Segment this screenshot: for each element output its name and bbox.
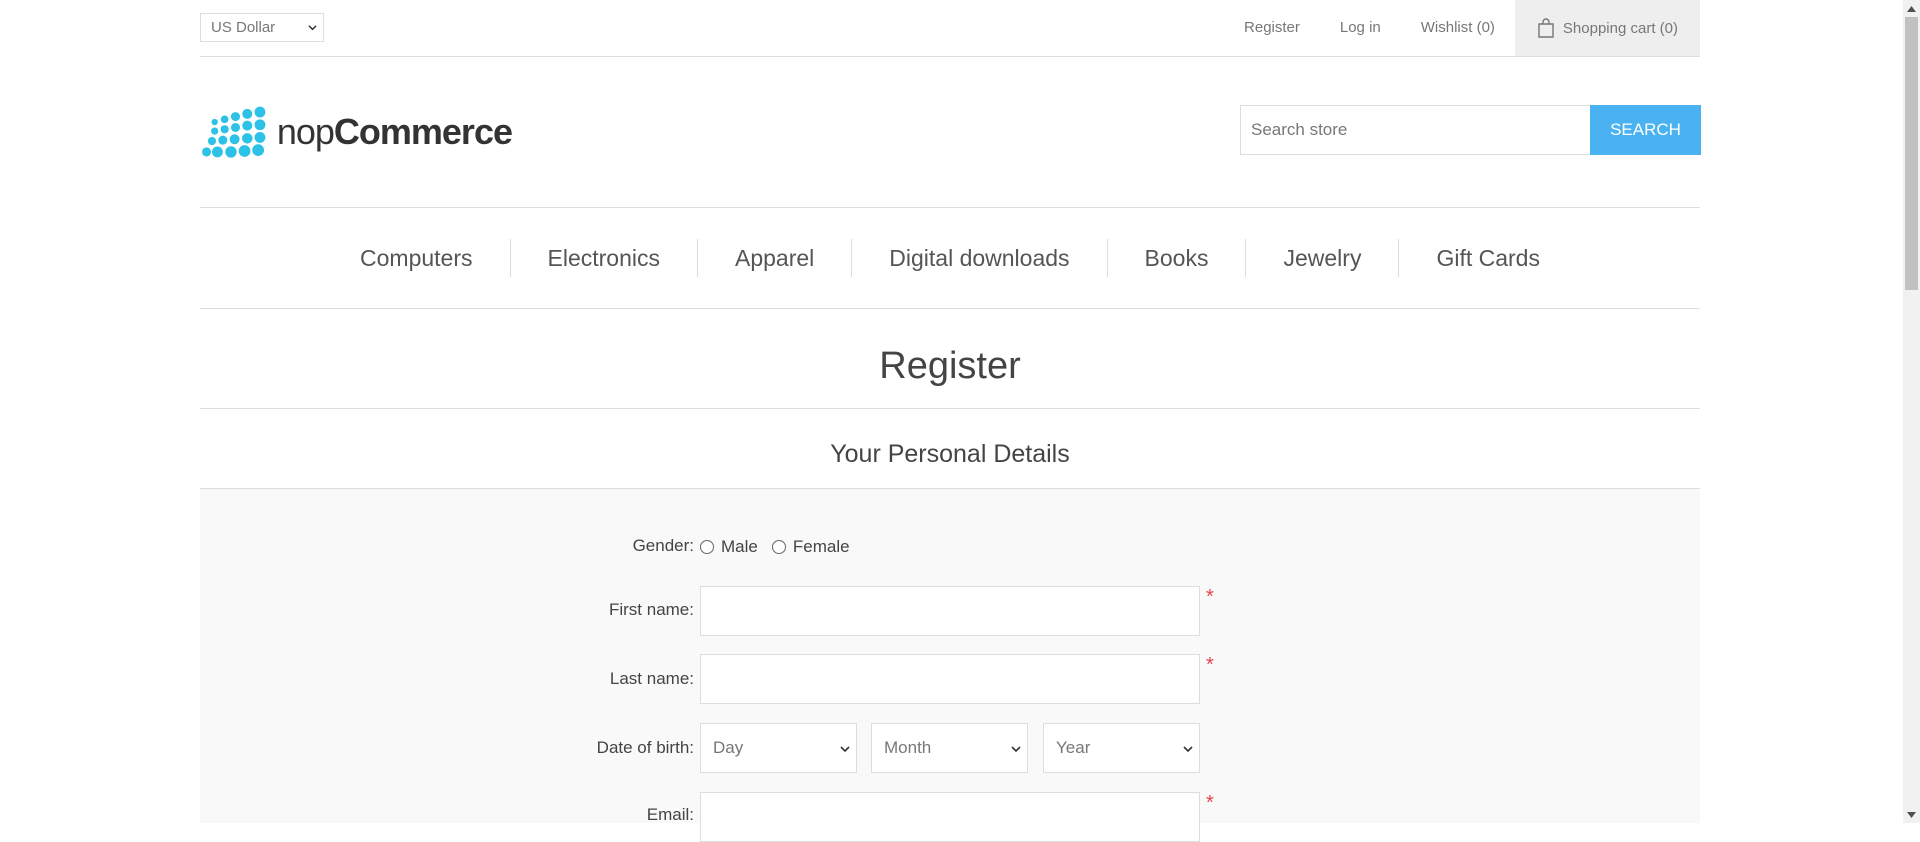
logo-dots-icon xyxy=(202,106,266,158)
chevron-down-icon xyxy=(840,746,850,753)
nav-item-books[interactable]: Books xyxy=(1106,239,1246,277)
logo-text: nopCommerce xyxy=(276,111,513,152)
gender-options: Male Female xyxy=(700,537,864,557)
required-marker: * xyxy=(1206,654,1214,676)
dob-month-select[interactable]: Month xyxy=(871,723,1028,773)
dob-month-value: Month xyxy=(884,738,932,757)
nav-item-electronics[interactable]: Electronics xyxy=(509,239,697,277)
login-link[interactable]: Log in xyxy=(1320,0,1401,56)
dob-day-select[interactable]: Day xyxy=(700,723,857,773)
search-input[interactable] xyxy=(1240,105,1590,155)
email-field[interactable] xyxy=(700,792,1200,842)
dob-year-select[interactable]: Year xyxy=(1043,723,1200,773)
gender-female-label[interactable]: Female xyxy=(793,537,850,557)
first-name-field[interactable] xyxy=(700,586,1200,636)
category-menu: Computers Electronics Apparel Digital do… xyxy=(200,207,1700,309)
register-link[interactable]: Register xyxy=(1224,0,1320,56)
gender-label: Gender: xyxy=(632,536,694,555)
shopping-bag-icon xyxy=(1538,18,1554,38)
chevron-down-icon xyxy=(1183,746,1193,753)
store-logo[interactable]: nopCommerce xyxy=(202,103,513,161)
search-box: SEARCH xyxy=(1240,105,1701,155)
last-name-field[interactable] xyxy=(700,654,1200,704)
currency-value: US Dollar xyxy=(211,19,276,36)
shopping-cart-link[interactable]: Shopping cart (0) xyxy=(1514,0,1700,56)
nav-item-digital-downloads[interactable]: Digital downloads xyxy=(851,239,1106,277)
chevron-down-icon xyxy=(308,25,317,31)
scrollbar-thumb[interactable] xyxy=(1905,17,1918,290)
gender-male-label[interactable]: Male xyxy=(721,537,758,557)
top-bar: US Dollar Register Log in Wishlist (0) S… xyxy=(200,0,1700,57)
required-marker: * xyxy=(1206,586,1214,608)
search-button[interactable]: SEARCH xyxy=(1590,105,1701,155)
first-name-label: First name: xyxy=(608,600,694,619)
wishlist-link[interactable]: Wishlist (0) xyxy=(1401,0,1515,56)
chevron-down-icon xyxy=(1011,746,1021,753)
last-name-label: Last name: xyxy=(609,669,694,688)
nav-item-gift-cards[interactable]: Gift Cards xyxy=(1398,239,1577,277)
section-title: Your Personal Details xyxy=(830,440,1070,468)
email-label: Email: xyxy=(646,805,694,824)
currency-selector[interactable]: US Dollar xyxy=(200,13,324,42)
dob-year-value: Year xyxy=(1056,738,1091,757)
header-links: Register Log in Wishlist (0) Shopping ca… xyxy=(1224,0,1700,56)
nav-item-computers[interactable]: Computers xyxy=(323,239,509,277)
gender-female-radio[interactable] xyxy=(771,540,786,554)
shopping-cart-label: Shopping cart (0) xyxy=(1562,19,1678,37)
date-of-birth-label: Date of birth: xyxy=(596,738,694,757)
scroll-up-arrow-icon[interactable] xyxy=(1903,0,1920,17)
gender-male-radio[interactable] xyxy=(700,540,714,554)
page: US Dollar Register Log in Wishlist (0) S… xyxy=(200,0,1701,842)
required-marker: * xyxy=(1206,792,1214,814)
vertical-scrollbar[interactable] xyxy=(1903,0,1920,823)
scroll-down-arrow-icon[interactable] xyxy=(1903,806,1920,823)
page-title: Register xyxy=(879,345,1021,387)
dob-day-value: Day xyxy=(713,738,744,757)
nav-item-apparel[interactable]: Apparel xyxy=(696,239,851,277)
nav-item-jewelry[interactable]: Jewelry xyxy=(1245,239,1398,277)
divider xyxy=(200,408,1700,409)
